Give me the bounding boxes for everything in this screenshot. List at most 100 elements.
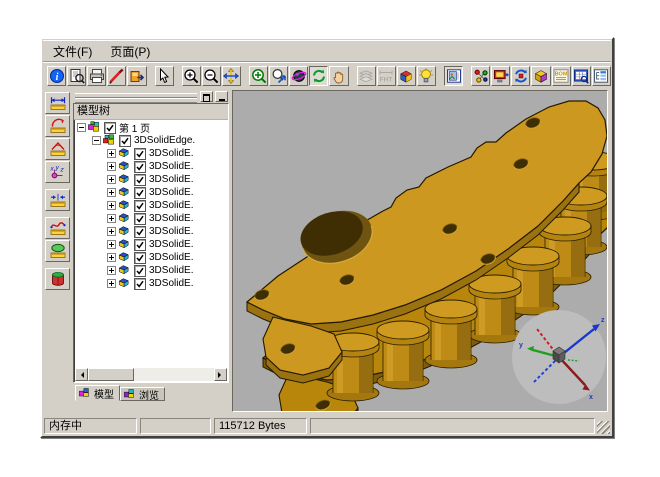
orbit-button[interactable] <box>289 66 308 86</box>
m-volume-icon <box>50 271 66 287</box>
tree-item[interactable]: 3DSolidE. <box>75 264 227 277</box>
scroll-right-button[interactable] <box>214 368 227 381</box>
zoomsel-icon <box>271 68 287 84</box>
tree-item-checkbox[interactable] <box>104 122 116 134</box>
export-button[interactable] <box>127 66 146 86</box>
resize-grip[interactable] <box>597 421 610 434</box>
zoom-in-button[interactable] <box>182 66 201 86</box>
collapse-minus-icon[interactable] <box>77 123 86 132</box>
scroll-track[interactable] <box>134 368 214 381</box>
tree-item[interactable]: 3DSolidE. <box>75 238 227 251</box>
print-preview-button[interactable] <box>67 66 86 86</box>
measure-angle-button[interactable] <box>45 138 70 160</box>
redline-button[interactable] <box>107 66 126 86</box>
pan-button[interactable] <box>222 66 241 86</box>
tree-item[interactable]: 3DSolidE. <box>75 160 227 173</box>
measure-area-button[interactable] <box>45 240 70 262</box>
frame-view-button[interactable] <box>444 66 463 86</box>
measure-curve-length-button[interactable] <box>45 217 70 239</box>
measure-coordinate-button[interactable]: xyz <box>45 161 70 183</box>
tree-item[interactable]: 3DSolidE. <box>75 147 227 160</box>
report-button[interactable] <box>572 66 591 86</box>
cube3d-icon <box>398 68 414 84</box>
expand-plus-icon[interactable] <box>107 149 116 158</box>
panel-hide-button[interactable] <box>215 91 228 102</box>
expand-plus-icon[interactable] <box>107 253 116 262</box>
preview-icon <box>69 68 85 84</box>
zoom-select-button[interactable] <box>269 66 288 86</box>
expand-plus-icon[interactable] <box>107 201 116 210</box>
measure-distance-button[interactable] <box>45 92 70 114</box>
snapshot-button[interactable] <box>491 66 510 86</box>
tree-item-checkbox[interactable] <box>134 278 146 290</box>
measure-volume-button[interactable] <box>45 268 70 290</box>
tree-item[interactable]: 第 1 页 <box>75 121 227 134</box>
menu-file[interactable]: 文件(F) <box>45 41 100 62</box>
tree-item-checkbox[interactable] <box>134 213 146 225</box>
measure-gap-button[interactable] <box>45 189 70 211</box>
tab-browse[interactable]: 浏览 <box>120 387 165 401</box>
tree-item[interactable]: 3DSolidE. <box>75 251 227 264</box>
tree-item-checkbox[interactable] <box>134 252 146 264</box>
tree-item-checkbox[interactable] <box>134 161 146 173</box>
tab-model[interactable]: 模型 <box>75 385 120 401</box>
tree-toggle-button[interactable] <box>592 66 611 86</box>
print-button[interactable] <box>87 66 106 86</box>
expand-plus-icon[interactable] <box>107 266 116 275</box>
tree-item-checkbox[interactable] <box>134 174 146 186</box>
expand-plus-icon[interactable] <box>107 188 116 197</box>
expand-plus-icon[interactable] <box>107 175 116 184</box>
measure-radius-button[interactable] <box>45 115 70 137</box>
select-button[interactable] <box>155 66 174 86</box>
tree-item-label: 第 1 页 <box>119 121 150 135</box>
bom-button[interactable]: BOM <box>552 66 571 86</box>
measure-toolbar: xyz <box>44 91 72 412</box>
tree-item-checkbox[interactable] <box>119 135 131 147</box>
scroll-left-button[interactable] <box>75 368 88 381</box>
zoom-window-button[interactable] <box>249 66 268 86</box>
expand-plus-icon[interactable] <box>107 279 116 288</box>
info-button[interactable]: i <box>47 66 66 86</box>
tree-item[interactable]: 3DSolidEdge. <box>75 134 227 147</box>
lighting-button[interactable] <box>417 66 436 86</box>
collapse-minus-icon[interactable] <box>92 136 101 145</box>
panel-gripper[interactable] <box>73 91 229 103</box>
tab-model-icon <box>79 387 92 400</box>
part-icon <box>118 251 131 264</box>
expand-plus-icon[interactable] <box>107 162 116 171</box>
zoom-out-button[interactable] <box>202 66 221 86</box>
screenshot-stage: 文件(F)页面(P) i FHT BOM xyz 模型树 第 1 页3DSolidE… <box>0 0 660 477</box>
frame-icon <box>446 68 462 84</box>
explode-button[interactable] <box>471 66 490 86</box>
tree-item-checkbox[interactable] <box>134 239 146 251</box>
tree-item-label: 3DSolidE. <box>149 265 193 276</box>
model-tree: 模型树 第 1 页3DSolidEdge.3DSolidE.3DSolidE.3… <box>73 103 229 383</box>
dimensions-button: FHT <box>377 66 396 86</box>
pan-hand-button[interactable] <box>329 66 348 86</box>
solid-display-button[interactable] <box>531 66 550 86</box>
tree-item-checkbox[interactable] <box>134 200 146 212</box>
tree-item[interactable]: 3DSolidE. <box>75 186 227 199</box>
spin-button[interactable] <box>309 66 328 86</box>
render-mode-button[interactable] <box>397 66 416 86</box>
tree-item[interactable]: 3DSolidE. <box>75 225 227 238</box>
tree-item[interactable]: 3DSolidE. <box>75 173 227 186</box>
panel-float-button[interactable] <box>200 91 213 102</box>
tree-item-checkbox[interactable] <box>134 187 146 199</box>
tree-item[interactable]: 3DSolidE. <box>75 199 227 212</box>
expand-plus-icon[interactable] <box>107 214 116 223</box>
tree-item[interactable]: 3DSolidE. <box>75 277 227 290</box>
scroll-thumb[interactable] <box>88 368 134 381</box>
update-view-button[interactable] <box>511 66 530 86</box>
tree-item-label: 3DSolidE. <box>149 161 193 172</box>
tree-item[interactable]: 3DSolidE. <box>75 212 227 225</box>
expand-plus-icon[interactable] <box>107 227 116 236</box>
menu-page[interactable]: 页面(P) <box>102 41 158 62</box>
tree-item-checkbox[interactable] <box>134 265 146 277</box>
part-icon <box>118 160 131 173</box>
expand-plus-icon[interactable] <box>107 240 116 249</box>
tree-item-checkbox[interactable] <box>134 226 146 238</box>
status-bar: 内存中115712 Bytes <box>44 415 610 434</box>
tree-item-checkbox[interactable] <box>134 148 146 160</box>
3d-viewport[interactable]: zyx <box>232 90 608 412</box>
